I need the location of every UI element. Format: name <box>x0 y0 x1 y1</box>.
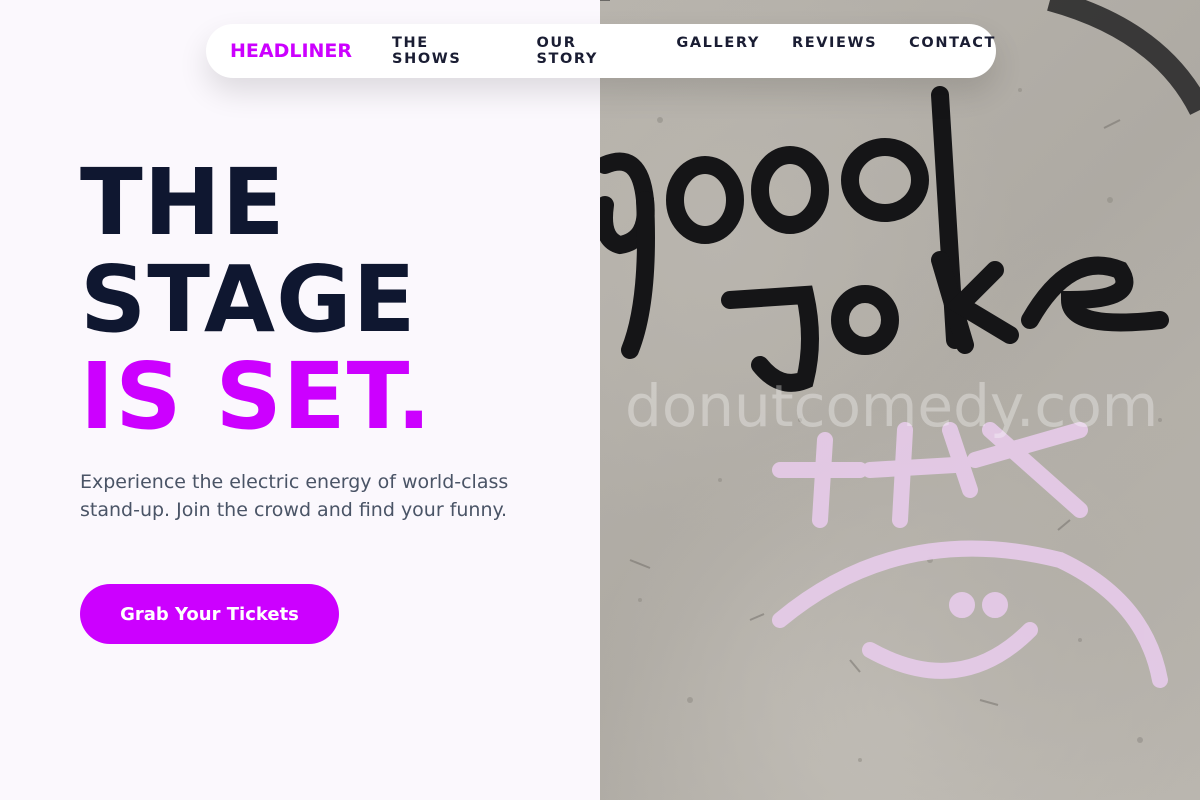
top-nav: HEADLINER THE SHOWS OUR STORY GALLERY RE… <box>206 24 996 78</box>
hero-photo: donutcomedy.com <box>600 0 1200 800</box>
headline-accent: IS SET. <box>80 343 433 450</box>
nav-item-reviews[interactable]: REVIEWS <box>792 35 877 67</box>
watermark-text: donutcomedy.com <box>625 372 1159 440</box>
nav-menu: THE SHOWS OUR STORY GALLERY REVIEWS CONT… <box>392 35 996 67</box>
nav-item-contact[interactable]: CONTACT <box>909 35 996 67</box>
grab-tickets-button[interactable]: Grab Your Tickets <box>80 584 339 644</box>
headline-line-1: THE <box>80 149 286 256</box>
nav-item-the-shows[interactable]: THE SHOWS <box>392 35 504 67</box>
brand-logo[interactable]: HEADLINER <box>230 40 352 62</box>
headline-line-2: STAGE <box>80 246 417 353</box>
nav-item-gallery[interactable]: GALLERY <box>676 35 760 67</box>
hero-headline: THE STAGE IS SET. <box>80 154 432 445</box>
hero-subtitle: Experience the electric energy of world-… <box>80 471 509 521</box>
nav-item-our-story[interactable]: OUR STORY <box>536 35 644 67</box>
